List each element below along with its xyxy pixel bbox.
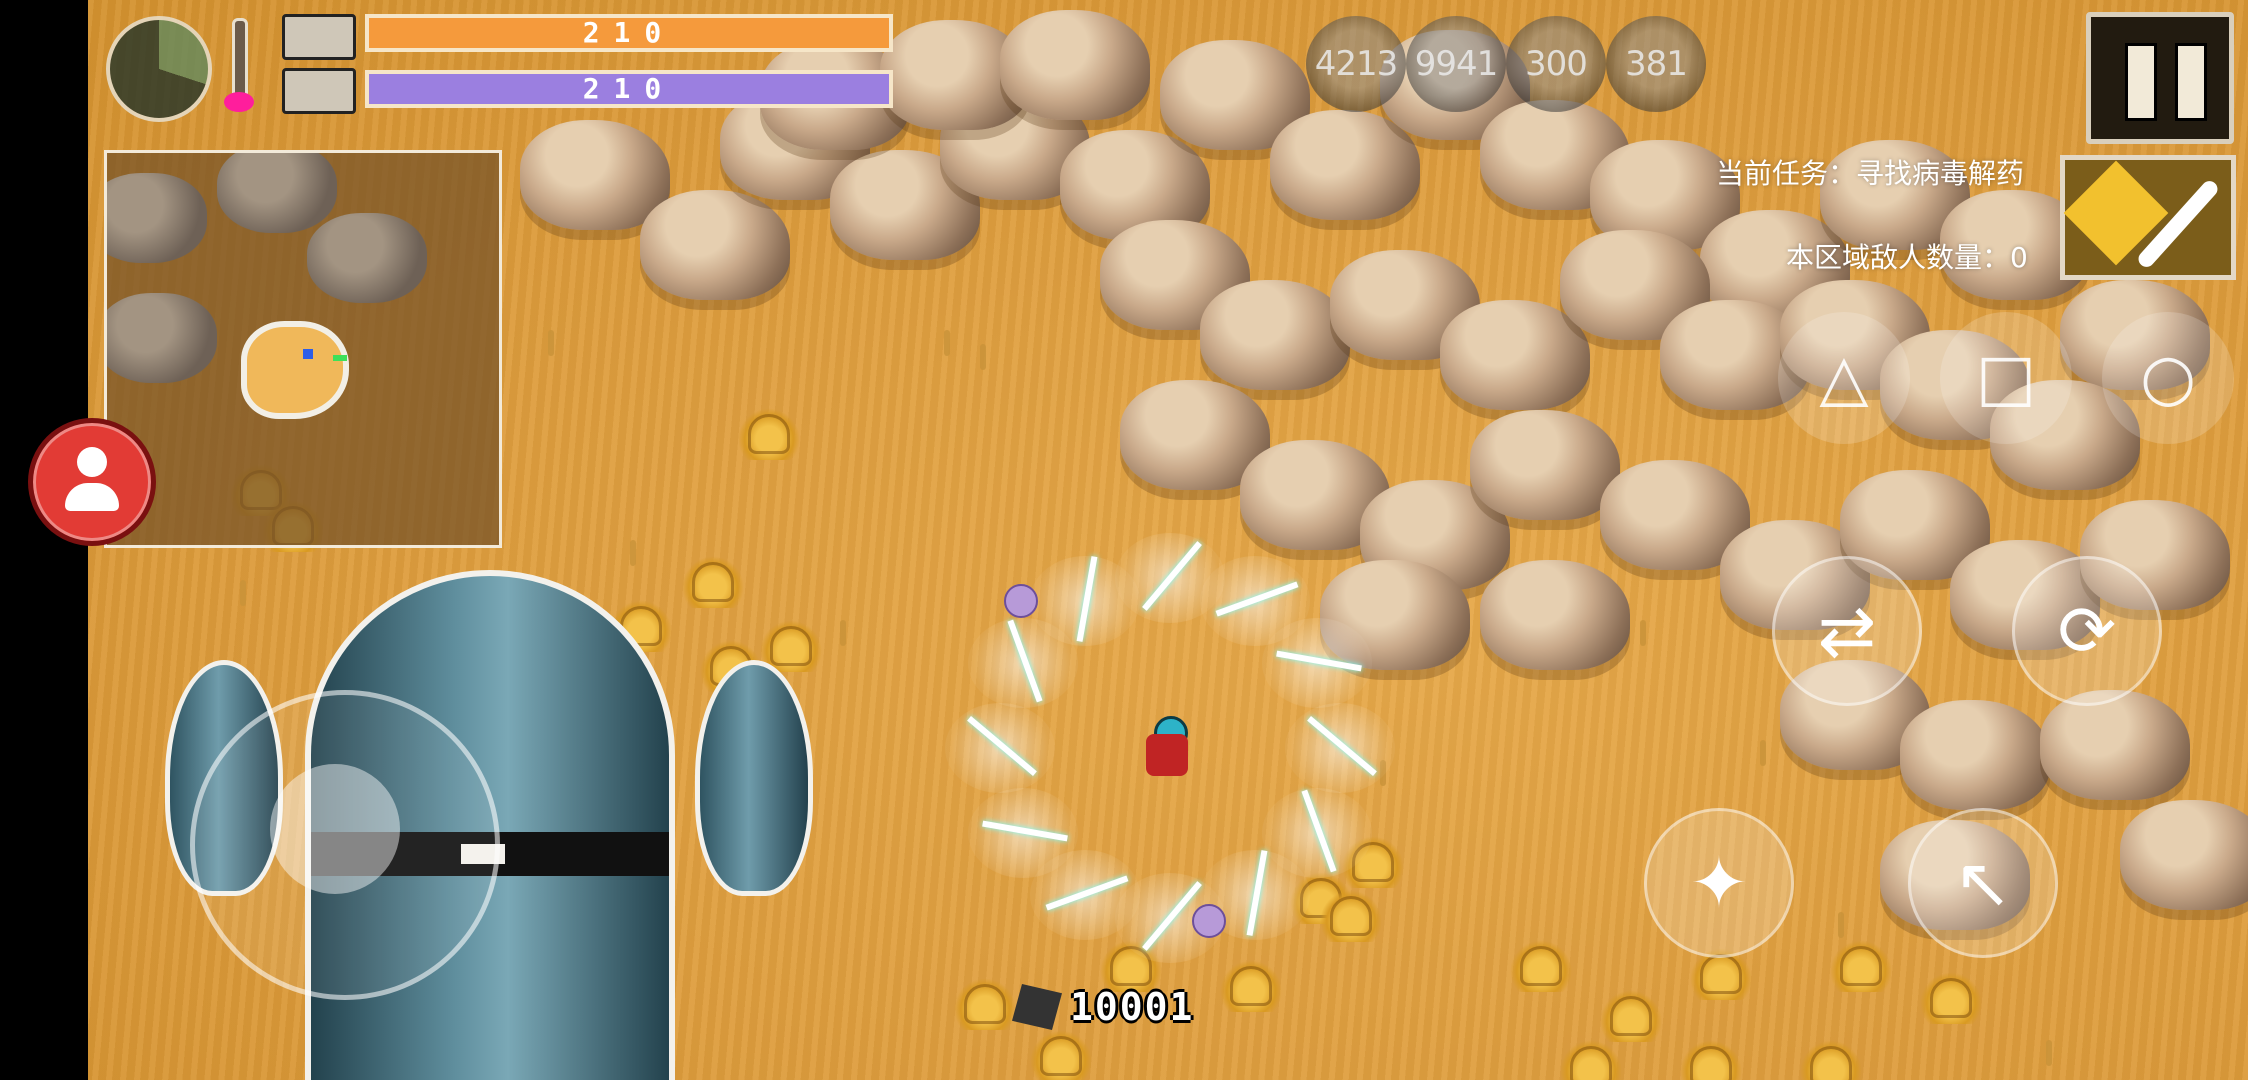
thermometer-bulb [224, 92, 254, 112]
settings-button[interactable] [2060, 155, 2236, 280]
minimap-rock [107, 293, 217, 383]
mp-bar: 210 [365, 70, 893, 108]
golden-bush [1800, 1040, 1862, 1080]
dry-grass [1760, 740, 1766, 766]
minimap-player-marker [303, 349, 313, 359]
golden-bush [1560, 1040, 1622, 1080]
minimap[interactable] [104, 150, 502, 548]
compass-icon [106, 16, 212, 122]
boulder [1000, 10, 1150, 120]
spinning-blade [1262, 618, 1373, 708]
user-icon-shoulders [65, 483, 119, 511]
joystick-knob[interactable] [270, 764, 400, 894]
minimap-rock [107, 173, 207, 263]
boulder [1200, 280, 1350, 390]
thermometer-icon [232, 18, 248, 102]
pause-icon [2125, 43, 2157, 121]
player-body [1146, 734, 1188, 776]
spinning-blade [967, 788, 1078, 878]
swap-weapon-button[interactable]: ⇄ [1772, 556, 1922, 706]
boulder [2040, 690, 2190, 800]
dry-grass [944, 330, 950, 356]
swap-weapon-icon: ⇄ [1817, 590, 1877, 672]
game-screen: 10001 210 210 4213 9941 300 381 当前任务：寻找病… [0, 0, 2248, 1080]
triangle-button[interactable]: △ [1778, 312, 1910, 444]
golden-bush [1030, 1030, 1092, 1080]
golden-bush [1600, 990, 1662, 1042]
hp-icon [282, 14, 356, 60]
square-button[interactable]: □ [1940, 312, 2072, 444]
shuriken-icon: ✦ [1689, 842, 1749, 924]
dry-grass [840, 620, 846, 646]
triangle-icon: △ [1819, 341, 1869, 415]
enemy-orb [1192, 904, 1226, 938]
pause-button[interactable] [2086, 12, 2234, 144]
golden-bush [954, 978, 1016, 1030]
dry-grass [1838, 912, 1844, 938]
gem-icon [1012, 984, 1062, 1030]
attack-arrow-icon: ↖ [1953, 842, 2013, 924]
profile-button[interactable] [28, 418, 156, 546]
current-quest: 当前任务：寻找病毒解药 [1716, 157, 2025, 190]
minimap-explored-area [241, 321, 349, 419]
circle-icon: ○ [2140, 341, 2196, 415]
golden-bush [1830, 940, 1892, 992]
pause-icon [2175, 43, 2207, 121]
golden-bush [1680, 1040, 1742, 1080]
enemy-count: 本区域敌人数量：0 [1786, 241, 2028, 274]
golden-bush [1320, 890, 1382, 942]
golden-bush [738, 408, 800, 460]
enemy-orb [1004, 584, 1038, 618]
resource-counter-3: 300 [1506, 16, 1606, 112]
attack-button[interactable]: ↖ [1908, 808, 2058, 958]
mp-icon [282, 68, 356, 114]
boulder [1470, 410, 1620, 520]
golden-bush [1510, 940, 1572, 992]
boulder [2120, 800, 2248, 910]
gem-count: 10001 [1070, 985, 1195, 1029]
user-icon [77, 447, 107, 477]
resource-counter-2: 9941 [1406, 16, 1506, 112]
boulder [640, 190, 790, 300]
minimap-rock [307, 213, 427, 303]
resource-counter-1: 4213 [1306, 16, 1406, 112]
golden-bush [1920, 972, 1982, 1024]
circle-button[interactable]: ○ [2102, 312, 2234, 444]
boulder [1900, 700, 2050, 810]
golden-bush [1220, 960, 1282, 1012]
gem-counter: 10001 [1012, 984, 1194, 1030]
dash-icon: ⟳ [2057, 590, 2117, 672]
boulder [1480, 560, 1630, 670]
minimap-exit-marker [333, 355, 347, 361]
spinning-blade [1285, 703, 1395, 793]
dry-grass [1640, 620, 1646, 646]
dry-grass [548, 330, 554, 356]
square-icon: □ [1975, 341, 2037, 415]
skill-button[interactable]: ✦ [1644, 808, 1794, 958]
resource-counter-4: 381 [1606, 16, 1706, 112]
dry-grass [630, 540, 636, 566]
boulder [520, 120, 670, 230]
dry-grass [2046, 1040, 2052, 1066]
hp-bar: 210 [365, 14, 893, 52]
spinning-blade [945, 703, 1055, 793]
player-character [1136, 712, 1198, 782]
minimap-rock [217, 153, 337, 233]
ship-pod-right [695, 660, 813, 896]
dash-button[interactable]: ⟳ [2012, 556, 2162, 706]
dry-grass [980, 344, 986, 370]
